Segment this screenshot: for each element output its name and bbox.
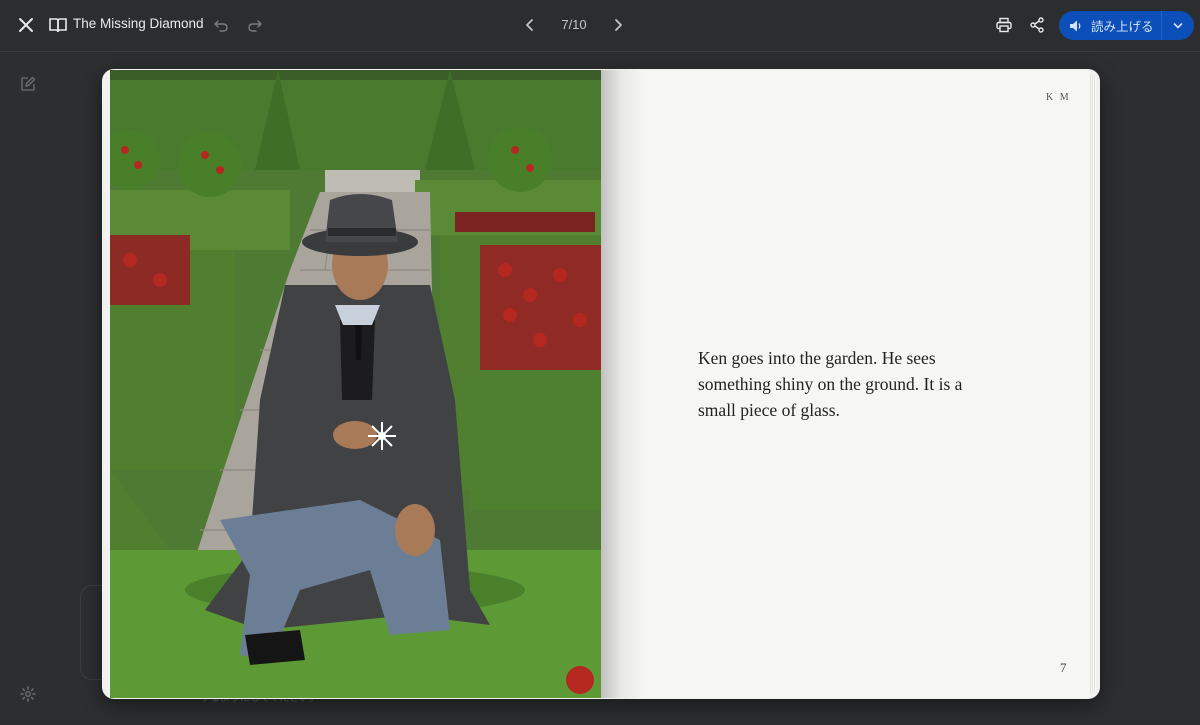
- page-number: 7: [1060, 660, 1067, 675]
- chevron-right-icon: [615, 19, 622, 31]
- prev-page-button[interactable]: [518, 13, 542, 37]
- read-aloud-options-button[interactable]: [1161, 11, 1193, 40]
- page-indicator: 7/10: [561, 17, 587, 32]
- author-initials: K M: [1046, 92, 1071, 103]
- print-button[interactable]: [992, 13, 1016, 37]
- detective-garden-illustration: [110, 70, 601, 698]
- read-aloud-control: 読み上げる: [1059, 11, 1194, 40]
- settings-button[interactable]: [20, 686, 38, 704]
- speaker-icon: [1070, 20, 1081, 31]
- read-aloud-button[interactable]: 読み上げる: [1059, 11, 1161, 40]
- story-text: Ken goes into the garden. He sees someth…: [698, 348, 963, 420]
- illustration-page: [110, 70, 601, 698]
- redo-icon: [248, 20, 262, 32]
- close-icon: [19, 18, 33, 32]
- gear-icon: [20, 686, 36, 702]
- page-edge: [1090, 74, 1096, 694]
- share-button[interactable]: [1025, 13, 1049, 37]
- undo-icon: [214, 20, 228, 32]
- edit-button[interactable]: [20, 76, 40, 96]
- read-aloud-label: 読み上げる: [1091, 20, 1154, 34]
- chevron-left-icon: [526, 19, 533, 31]
- redo-button[interactable]: [244, 14, 266, 36]
- share-icon: [1030, 17, 1044, 33]
- book-title: The Missing Diamond: [73, 16, 204, 31]
- undo-button[interactable]: [210, 14, 232, 36]
- next-page-button[interactable]: [606, 13, 630, 37]
- close-button[interactable]: [12, 11, 40, 39]
- book-icon: [48, 15, 68, 35]
- print-icon: [996, 17, 1012, 33]
- top-bar: The Missing Diamond 7/10 読み上げる: [0, 0, 1200, 52]
- edit-icon: [21, 76, 36, 91]
- chevron-down-icon: [1173, 22, 1182, 29]
